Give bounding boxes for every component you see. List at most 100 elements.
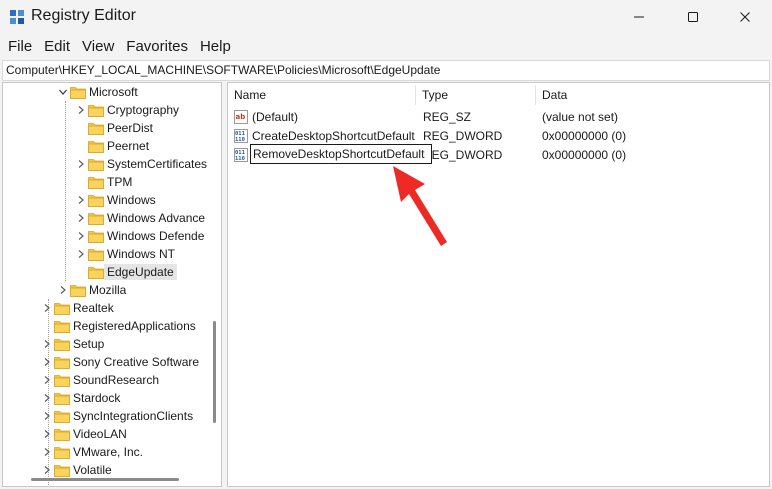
tree-item-edgeupdate[interactable]: EdgeUpdate <box>76 263 177 281</box>
svg-text:ab: ab <box>236 113 246 121</box>
chevron-right-icon[interactable] <box>76 231 86 241</box>
title-bar[interactable]: Registry Editor <box>0 0 772 34</box>
tree-item-label: Sony Creative Software <box>73 355 200 369</box>
tree-item-label: EdgeUpdate <box>104 264 177 280</box>
minimize-icon <box>634 16 644 18</box>
value-data: 0x00000000 (0) <box>542 129 627 143</box>
tree-item-windows-nt[interactable]: Windows NT <box>76 245 175 263</box>
tree-item-vmware-inc[interactable]: VMware, Inc. <box>42 443 143 461</box>
tree-item-peernet[interactable]: Peernet <box>76 137 149 155</box>
tree-item-label: Peernet <box>107 139 150 153</box>
chevron-right-icon[interactable] <box>42 411 52 421</box>
tree-item-soundresearch[interactable]: SoundResearch <box>42 371 159 389</box>
close-button[interactable] <box>722 0 768 34</box>
tree-item-label: Windows NT <box>107 247 176 261</box>
address-bar[interactable]: Computer\HKEY_LOCAL_MACHINE\SOFTWARE\Pol… <box>2 60 770 81</box>
svg-text:110: 110 <box>235 137 245 143</box>
maximize-icon <box>688 12 698 22</box>
tree-item-volatile[interactable]: Volatile <box>42 461 112 479</box>
folder-icon <box>88 122 104 135</box>
tree-item-realtek[interactable]: Realtek <box>42 299 114 317</box>
tree-item-mozilla[interactable]: Mozilla <box>58 281 126 299</box>
tree-item-stardock[interactable]: Stardock <box>42 389 120 407</box>
chevron-right-icon[interactable] <box>42 447 52 457</box>
chevron-right-icon[interactable] <box>42 465 52 475</box>
tree-item-label: Windows <box>107 193 156 207</box>
tree-item-windows-defende[interactable]: Windows Defende <box>76 227 204 245</box>
string-value-icon: ab <box>234 110 248 124</box>
tree-item-videolan[interactable]: VideoLAN <box>42 425 127 443</box>
folder-icon <box>54 356 70 369</box>
tree-item-label: Microsoft <box>89 85 138 99</box>
column-header-type[interactable]: Type <box>416 83 448 107</box>
folder-icon <box>54 320 70 333</box>
chevron-right-icon[interactable] <box>42 375 52 385</box>
maximize-button[interactable] <box>670 0 716 34</box>
tree-item-windows-advance[interactable]: Windows Advance <box>76 209 205 227</box>
dword-value-icon: 011 110 <box>234 148 248 162</box>
folder-icon <box>54 302 70 315</box>
menu-view[interactable]: View <box>76 36 120 58</box>
tree-item-label: RegisteredApplications <box>73 319 196 333</box>
menu-file[interactable]: File <box>0 36 38 58</box>
column-header-data[interactable]: Data <box>536 83 567 107</box>
tree-item-setup[interactable]: Setup <box>42 335 104 353</box>
chevron-right-icon[interactable] <box>42 429 52 439</box>
column-header-name[interactable]: Name <box>228 83 266 107</box>
chevron-right-icon[interactable] <box>42 303 52 313</box>
value-row[interactable]: ab (Default) REG_SZ (value not set) <box>228 108 769 127</box>
chevron-right-icon[interactable] <box>58 285 68 295</box>
folder-icon <box>54 374 70 387</box>
folder-icon <box>54 392 70 405</box>
chevron-right-icon[interactable] <box>76 105 86 115</box>
chevron-right-icon[interactable] <box>42 339 52 349</box>
menu-bar: File Edit View Favorites Help <box>0 36 237 58</box>
tree-item-systemcertificates[interactable]: SystemCertificates <box>76 155 207 173</box>
chevron-right-icon[interactable] <box>42 357 52 367</box>
chevron-right-icon[interactable] <box>76 213 86 223</box>
tree-horizontal-scrollbar[interactable] <box>31 478 179 481</box>
tree-item-label: Windows Defende <box>107 229 205 243</box>
value-row[interactable]: 011 110 REG_DWORD 0x00000000 (0) RemoveD… <box>228 144 769 165</box>
minimize-button[interactable] <box>616 0 662 34</box>
tree-item-label: VMware, Inc. <box>73 445 144 459</box>
tree-item-peerdist[interactable]: PeerDist <box>76 119 153 137</box>
tree-item-microsoft[interactable]: Microsoft <box>58 83 138 101</box>
folder-icon <box>54 446 70 459</box>
tree-item-label: VideoLAN <box>73 427 127 441</box>
key-tree-pane[interactable]: Microsoft Cryptography PeerDist Peernet Syst… <box>2 82 222 487</box>
chevron-right-icon[interactable] <box>76 159 86 169</box>
chevron-down-icon[interactable] <box>58 87 68 97</box>
tree-item-label: Stardock <box>73 391 121 405</box>
tree-item-registeredapplications[interactable]: RegisteredApplications <box>42 317 196 335</box>
tree-item-tpm[interactable]: TPM <box>76 173 132 191</box>
tree-item-label: Setup <box>73 337 105 351</box>
tree-vertical-scrollbar[interactable] <box>213 321 216 423</box>
menu-edit[interactable]: Edit <box>38 36 76 58</box>
menu-favorites[interactable]: Favorites <box>120 36 194 58</box>
folder-icon <box>88 248 104 261</box>
tree-item-label: SoundResearch <box>73 373 160 387</box>
chevron-right-icon[interactable] <box>76 249 86 259</box>
chevron-right-icon[interactable] <box>42 393 52 403</box>
value-name: (Default) <box>252 110 299 124</box>
values-list-pane[interactable]: Name Type Data ab (Default) REG_SZ (valu… <box>227 82 770 487</box>
dword-value-icon: 011 110 <box>234 129 248 143</box>
folder-icon <box>54 410 70 423</box>
chevron-right-icon[interactable] <box>76 195 86 205</box>
tree-item-label: SyncIntegrationClients <box>73 409 194 423</box>
folder-icon <box>88 230 104 243</box>
tree-item-sony-creative-software[interactable]: Sony Creative Software <box>42 353 199 371</box>
menu-help[interactable]: Help <box>194 36 237 58</box>
tree-item-syncintegrationclients[interactable]: SyncIntegrationClients <box>42 407 193 425</box>
tree-item-label: Windows Advance <box>107 211 206 225</box>
close-icon <box>740 12 750 22</box>
tree-item-windows[interactable]: Windows <box>76 191 156 209</box>
folder-icon <box>70 284 86 297</box>
tree-item-cryptography[interactable]: Cryptography <box>76 101 179 119</box>
